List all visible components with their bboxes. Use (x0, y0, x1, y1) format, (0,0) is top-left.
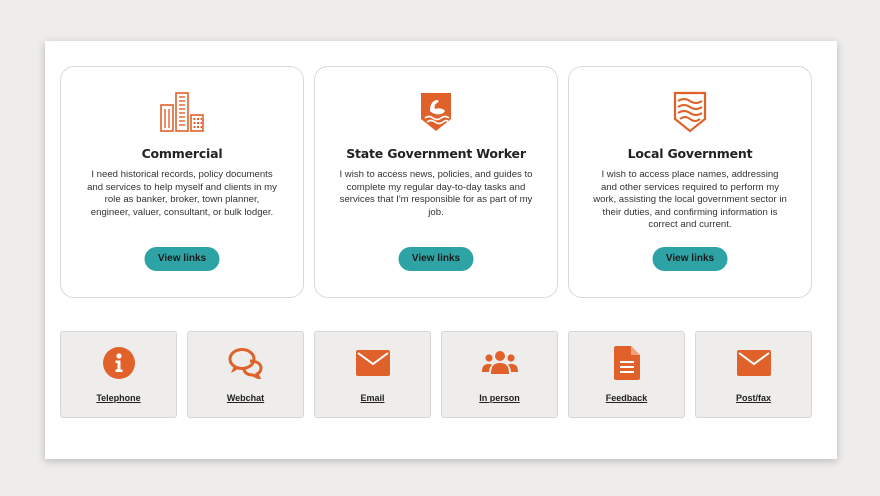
card-state-government-worker: State Government Worker I wish to access… (314, 66, 558, 298)
contact-tile-in-person[interactable]: In person (441, 331, 558, 418)
envelope-icon (355, 350, 390, 376)
buildings-icon (160, 92, 204, 132)
wave-shield-icon (673, 91, 707, 133)
contact-label: Webchat (226, 393, 265, 403)
info-icon (102, 347, 135, 379)
card-commercial: Commercial I need historical records, po… (60, 66, 304, 298)
swan-shield-icon (421, 93, 451, 131)
contact-label: In person (479, 393, 520, 403)
card-description: I need historical records, policy docume… (87, 169, 277, 218)
view-links-button-state-government[interactable]: View links (398, 247, 474, 271)
card-description: I wish to access place names, addressing… (593, 169, 787, 231)
contact-tile-email[interactable]: Email (314, 331, 431, 418)
contact-label: Email (360, 393, 385, 403)
contact-tile-telephone[interactable]: Telephone (60, 331, 177, 418)
people-icon (481, 351, 518, 374)
contact-label: Telephone (96, 393, 141, 403)
contact-label: Feedback (605, 393, 648, 403)
chat-icon (228, 348, 263, 379)
contact-tile-feedback[interactable]: Feedback (568, 331, 685, 418)
envelope-icon (736, 350, 771, 376)
contact-label: Post/fax (735, 393, 771, 403)
card-local-government: Local Government I wish to access place … (568, 66, 812, 298)
view-links-button-local-government[interactable]: View links (652, 247, 728, 271)
view-links-button-commercial[interactable]: View links (144, 247, 220, 271)
card-description: I wish to access news, policies, and gui… (339, 169, 533, 218)
card-title: State Government Worker (346, 146, 526, 161)
contact-tile-webchat[interactable]: Webchat (187, 331, 304, 418)
document-icon (613, 346, 640, 380)
card-title: Commercial (141, 146, 223, 161)
audience-panel: Commercial I need historical records, po… (45, 41, 837, 459)
card-title: Local Government (627, 146, 753, 161)
contact-tile-post-fax[interactable]: Post/fax (695, 331, 812, 418)
